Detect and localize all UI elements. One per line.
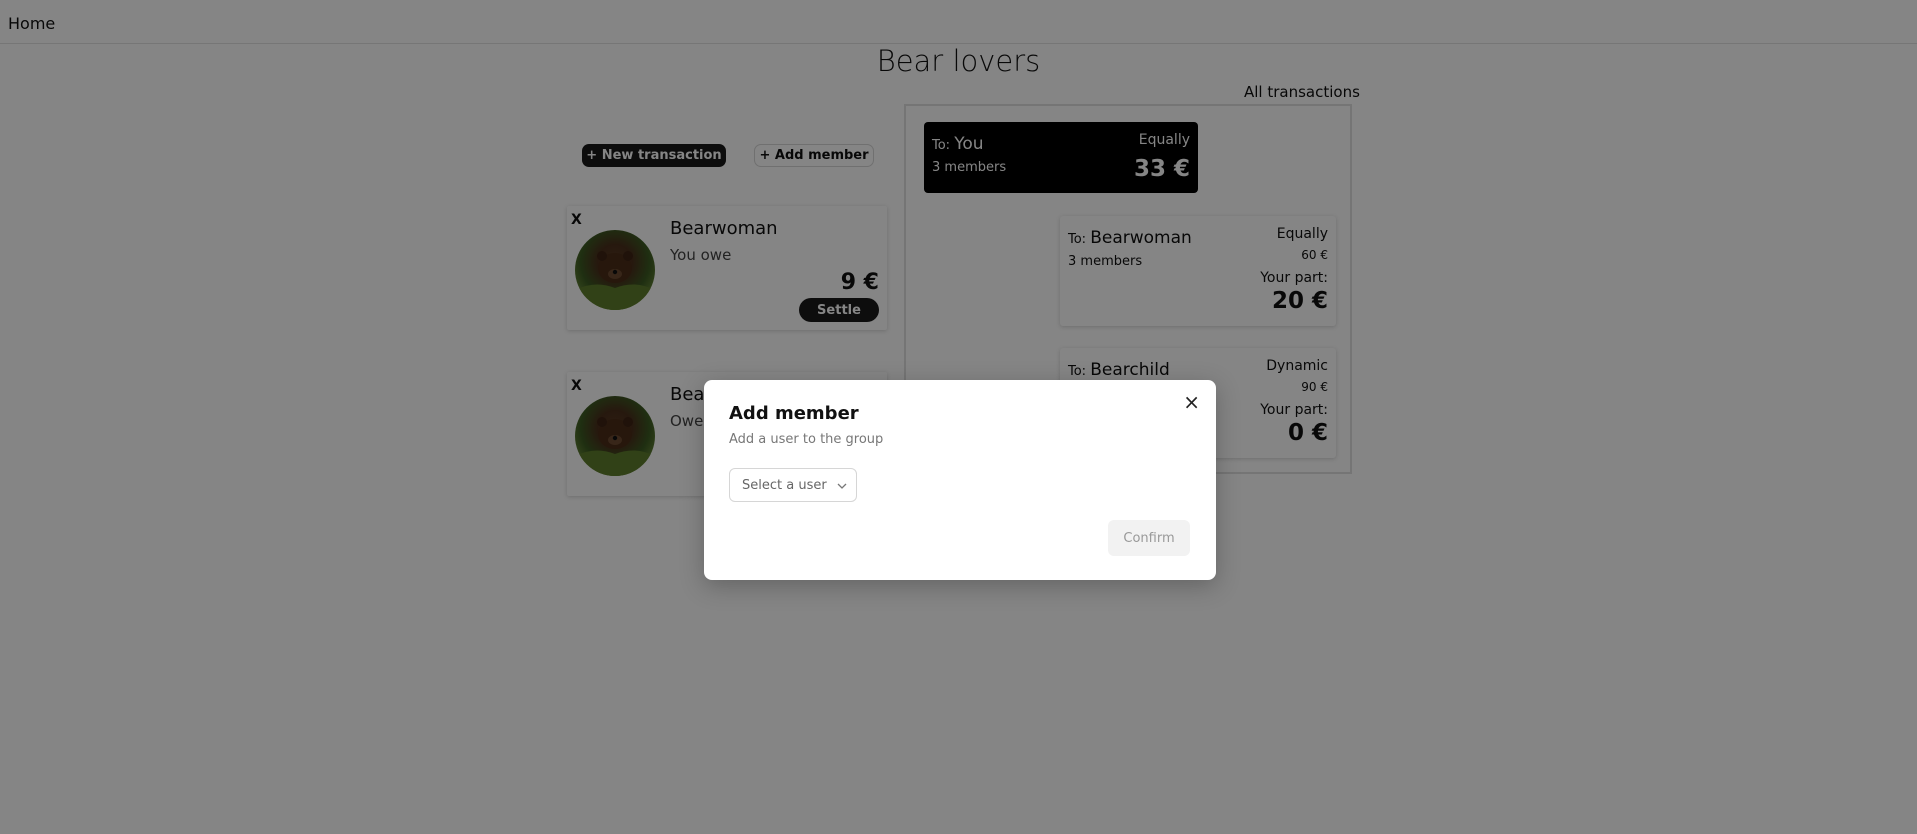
dialog-description: Add a user to the group	[729, 432, 884, 447]
add-member-dialog: × Add member Add a user to the group Sel…	[704, 380, 1216, 580]
dialog-title: Add member	[729, 403, 859, 424]
chevron-down-icon	[837, 479, 847, 492]
user-select[interactable]: Select a user	[729, 468, 857, 502]
confirm-button[interactable]: Confirm	[1108, 520, 1190, 556]
close-icon[interactable]: ×	[1183, 392, 1200, 412]
user-select-placeholder: Select a user	[742, 477, 827, 493]
